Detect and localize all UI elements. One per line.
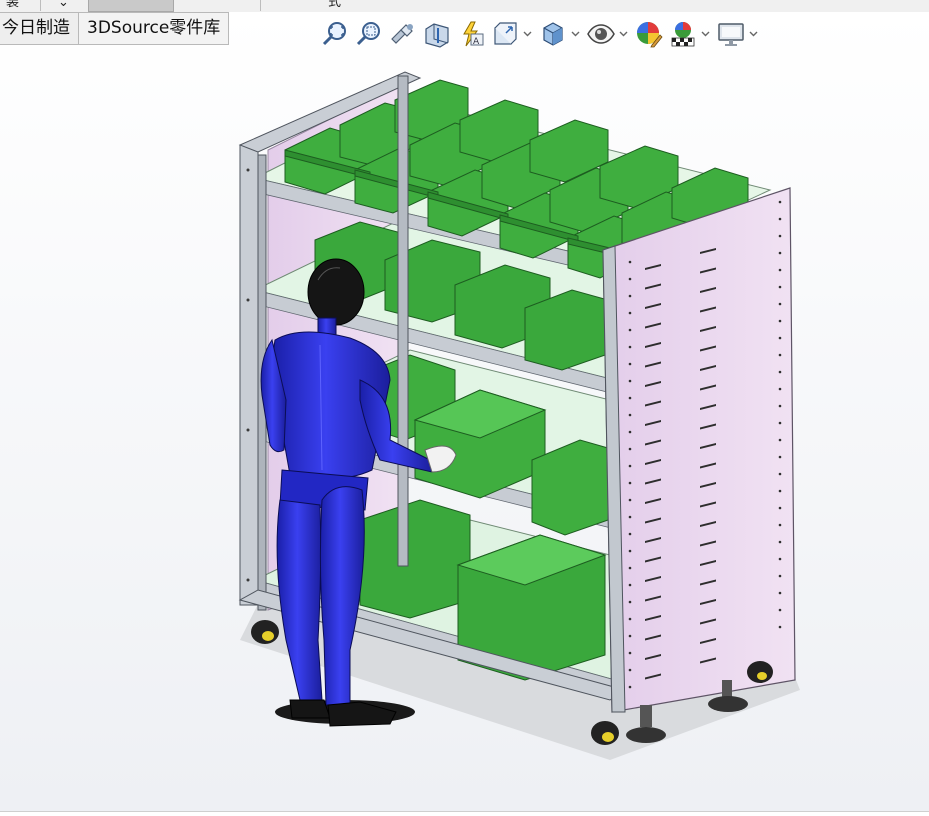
perforation-hole [628, 396, 632, 400]
dynamic-annotation-views-icon: A [463, 21, 484, 47]
perforation-hole [628, 277, 632, 281]
previous-view-button[interactable] [386, 16, 420, 52]
view-orientation-icon [494, 22, 517, 45]
perforation-hole [628, 532, 632, 536]
perforation-hole [778, 557, 782, 561]
perforation-hole [778, 319, 782, 323]
perforation-hole [628, 566, 632, 570]
perforation-hole [778, 455, 782, 459]
perforation-hole [778, 353, 782, 357]
perforation-hole [628, 447, 632, 451]
perforation-hole [778, 506, 782, 510]
perforation-hole [628, 498, 632, 502]
cart-side-panel [602, 187, 796, 713]
viewport-bottom-border [0, 811, 929, 812]
perforation-hole [628, 600, 632, 604]
perforation-hole [778, 472, 782, 476]
perforation-hole [778, 251, 782, 255]
perforation-hole [778, 387, 782, 391]
perforation-hole [778, 268, 782, 272]
model-render[interactable] [0, 0, 929, 816]
view-settings-dropdown[interactable] [748, 16, 758, 52]
perforation-hole [628, 345, 632, 349]
previous-view-icon [391, 24, 413, 44]
view-orientation-dropdown[interactable] [522, 16, 532, 52]
heads-up-view-toolbar: A [318, 15, 762, 53]
perforation-hole [778, 421, 782, 425]
display-style-dropdown[interactable] [570, 16, 580, 52]
perforation-hole [778, 625, 782, 629]
display-style-button[interactable] [536, 16, 570, 52]
hide-show-items-button[interactable] [584, 16, 618, 52]
perforation-hole [628, 294, 632, 298]
perforation-hole [628, 481, 632, 485]
zoom-to-fit-button[interactable] [318, 16, 352, 52]
chevron-down-icon [571, 31, 579, 37]
section-view-button[interactable] [420, 16, 454, 52]
perforation-hole [778, 540, 782, 544]
perforation-hole [628, 515, 632, 519]
section-view-icon [425, 23, 449, 48]
command-manager-tabs: 今日制造 3DSource零件库 [0, 12, 230, 45]
perforation-hole [778, 574, 782, 578]
perforation-hole [628, 379, 632, 383]
perforation-hole [628, 651, 632, 655]
chevron-down-icon [523, 31, 531, 37]
perforation-hole [628, 413, 632, 417]
perforation-hole [778, 234, 782, 238]
perforation-hole [628, 362, 632, 366]
perforation-hole [778, 370, 782, 374]
apply-scene-icon [671, 22, 695, 47]
chevron-down-icon [619, 31, 627, 37]
hide-show-dropdown[interactable] [618, 16, 628, 52]
chevron-down-icon [701, 31, 709, 37]
perforation-hole [778, 523, 782, 527]
perforation-hole [628, 617, 632, 621]
svg-text:A: A [473, 37, 480, 47]
perforation-hole [628, 430, 632, 434]
perforation-hole [778, 608, 782, 612]
view-settings-icon [718, 23, 744, 46]
apply-scene-button[interactable] [666, 16, 700, 52]
edit-appearance-button[interactable] [632, 16, 666, 52]
dynamic-annotation-button[interactable]: A [454, 16, 488, 52]
perforation-hole [778, 336, 782, 340]
zoom-to-fit-icon [322, 22, 346, 46]
view-settings-button[interactable] [714, 16, 748, 52]
perforation-hole [628, 685, 632, 689]
edit-appearance-icon [637, 22, 663, 48]
perforation-hole [778, 591, 782, 595]
perforation-hole [628, 328, 632, 332]
perforation-hole [778, 302, 782, 306]
perforation-hole [628, 583, 632, 587]
view-orientation-button[interactable] [488, 16, 522, 52]
zoom-to-area-icon [356, 22, 380, 46]
apply-scene-dropdown[interactable] [700, 16, 710, 52]
hide-show-items-icon [587, 24, 615, 44]
tab-jinri-zhizao[interactable]: 今日制造 [0, 12, 79, 45]
perforation-hole [778, 200, 782, 204]
perforation-hole [778, 404, 782, 408]
tab-3dsource-library[interactable]: 3DSource零件库 [79, 12, 230, 45]
perforation-hole [628, 668, 632, 672]
perforation-hole [628, 549, 632, 553]
perforation-hole [628, 634, 632, 638]
perforation-hole [778, 285, 782, 289]
perforation-hole [778, 217, 782, 221]
perforation-hole [778, 489, 782, 493]
chevron-down-icon [749, 31, 757, 37]
perforation-hole [628, 260, 632, 264]
perforation-hole [628, 311, 632, 315]
perforation-hole [628, 464, 632, 468]
perforation-hole [778, 438, 782, 442]
zoom-to-area-button[interactable] [352, 16, 386, 52]
display-style-icon [543, 22, 563, 46]
